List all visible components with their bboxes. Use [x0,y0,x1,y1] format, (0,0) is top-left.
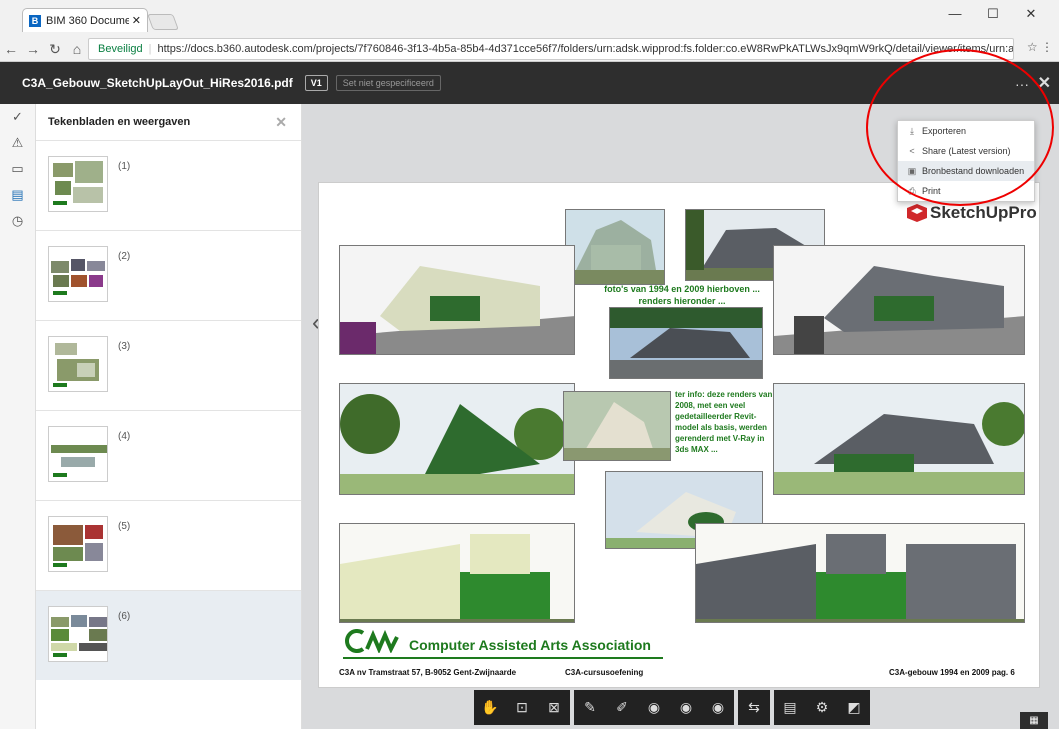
render-rear-dark [773,383,1025,495]
pan-icon[interactable]: ✋ [480,699,500,716]
elevation-light [339,523,575,623]
sheet-preview-image [48,606,108,662]
render-front-dark [773,245,1025,355]
sheet-preview-image [48,426,108,482]
new-tab-button[interactable] [147,14,179,30]
tab-close-icon[interactable]: ✕ [132,14,141,27]
sheets-icon[interactable]: ▤ [0,182,35,208]
url-text: https://docs.b360.autodesk.com/projects/… [157,43,1014,55]
c3a-logo-icon [345,629,399,653]
render-front-light [339,245,575,355]
left-rail: ✓ ⚠ ▭ ▤ ◷ [0,104,36,729]
sheet-preview-image [48,336,108,392]
info-text: ter info: deze renders van 2008, met een… [675,390,773,454]
sheet-preview-image [48,246,108,302]
minimize-icon[interactable]: — [942,6,968,21]
sketchup-logo-icon [907,204,927,222]
sheet-preview-image [48,156,108,212]
sheet-label: (3) [118,341,131,352]
render-center-top [609,307,763,379]
sheet-label: (4) [118,431,131,442]
sketchup-logo: SketchUpPro [907,203,1037,223]
window-close-icon[interactable]: ✕ [1018,6,1044,22]
sheet-thumbnail[interactable]: (5) [36,500,301,590]
photo-caption: foto's van 1994 en 2009 hierboven ... re… [604,284,760,306]
sheet-label: (5) [118,521,131,532]
markup-tool-icon[interactable]: ✐ [612,699,632,716]
tab-title: BIM 360 Document Mana [46,14,129,27]
sheet-thumbnail[interactable]: (4) [36,410,301,500]
bim360-favicon-icon: B [29,14,41,27]
sheet-label: (2) [118,251,131,262]
sheets-panel: Tekenbladen en weergaven ✕ (1) (2) (3) (… [36,104,302,729]
sheet-properties-icon[interactable]: ▤ [780,699,800,716]
maximize-icon[interactable]: ☐ [980,6,1006,22]
home-icon[interactable]: ⌂ [66,41,88,57]
sheet-preview-image [48,516,108,572]
sheet-thumbnail[interactable]: (2) [36,230,301,320]
markup-icon[interactable]: ▭ [0,156,35,182]
sheet-label: (6) [118,611,131,622]
bookmark-star-icon[interactable]: ☆ ⋮ [1027,40,1053,54]
course-text: C3A-cursusoefening [565,668,644,677]
panel-close-icon[interactable]: ✕ [275,114,287,131]
divider-line [343,657,663,659]
browser-tab[interactable]: B BIM 360 Document Mana ✕ [22,8,148,32]
org-name: Computer Assisted Arts Association [409,637,651,653]
sheet-thumbnail[interactable]: (1) [36,140,301,230]
measure-icon[interactable]: ✎ [580,699,600,716]
photo-aerial [563,391,671,461]
view-icon-1[interactable]: ◉ [644,699,664,716]
logo-text: SketchUpPro [930,203,1037,222]
reload-icon[interactable]: ↻ [44,41,66,58]
secure-label: Beveiligd [98,43,143,55]
fullscreen-icon[interactable]: ◩ [844,699,864,716]
elevation-dark [695,523,1025,623]
warning-icon[interactable]: ⚠ [0,130,35,156]
file-name: C3A_Gebouw_SketchUpLayOut_HiRes2016.pdf [22,76,293,90]
highlight-circle [866,49,1054,206]
sheet-label: (1) [118,161,131,172]
browser-chrome: B BIM 360 Document Mana ✕ — ☐ ✕ ← → ↻ ⌂ … [0,0,1059,62]
forward-icon[interactable]: → [22,41,44,57]
issues-check-icon[interactable]: ✓ [0,104,35,130]
sheet-thumbnail-selected[interactable]: (6) [36,590,301,680]
back-icon[interactable]: ← [0,41,22,57]
settings-icon[interactable]: ⚙ [812,699,832,716]
photo-1994 [565,209,665,285]
status-button[interactable]: Set niet gespecificeerd [335,75,441,91]
viewer-toolbar: ✋ ⊡ ⊠ ✎ ✐ ◉ ◉ ◉ ⇆ ▤ ⚙ ◩ [474,690,870,725]
address-text: C3A nv Tramstraat 57, B-9052 Gent-Zwijna… [339,668,517,677]
version-badge[interactable]: V1 [304,75,328,91]
grid-view-icon[interactable]: ▦ [1020,712,1048,729]
render-side-trees [339,383,575,495]
pdf-page: SketchUpPro foto's van 1994 en 2009 hier… [318,182,1040,688]
view-icon-3[interactable]: ◉ [708,699,728,716]
page-footer: C3A-gebouw 1994 en 2009 pag. 6 [889,668,1015,677]
fit-view-icon[interactable]: ⊡ [512,699,532,716]
history-icon[interactable]: ◷ [0,208,35,234]
sheets-panel-title: Tekenbladen en weergaven [48,116,191,128]
zoom-window-icon[interactable]: ⊠ [544,699,564,716]
c3a-logo: Computer Assisted Arts Association [343,629,651,653]
sheet-thumbnail[interactable]: (3) [36,320,301,410]
address-bar[interactable]: Beveiligd | https://docs.b360.autodesk.c… [88,38,1014,60]
view-icon-2[interactable]: ◉ [676,699,696,716]
compare-icon[interactable]: ⇆ [744,699,764,716]
